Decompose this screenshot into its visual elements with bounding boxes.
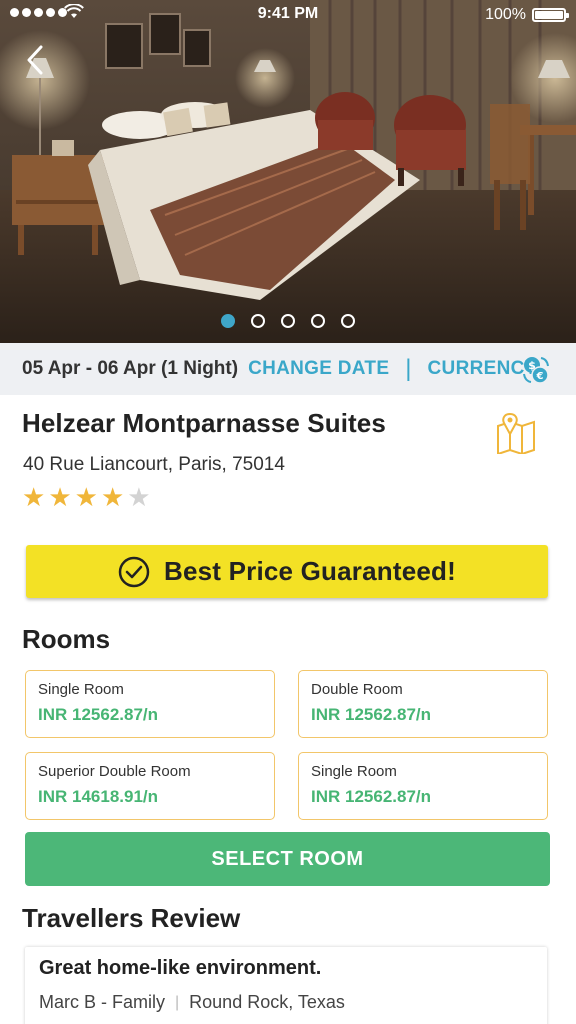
hotel-photo-carousel[interactable]: 9:41 PM 100% — [0, 0, 576, 343]
carousel-pagination — [0, 314, 576, 328]
map-location-icon[interactable] — [496, 412, 536, 454]
rooms-heading: Rooms — [22, 624, 111, 654]
stay-dates: 05 Apr - 06 Apr (1 Night) — [22, 358, 239, 379]
room-price: INR 14618.91/n — [38, 787, 159, 806]
divider: | — [405, 355, 412, 382]
select-room-button[interactable]: SELECT ROOM — [25, 832, 550, 886]
carousel-dot[interactable] — [251, 314, 265, 328]
star-filled-icon: ★ — [100, 482, 125, 512]
svg-text:€: € — [536, 371, 544, 382]
change-date-link[interactable]: CHANGE DATE — [248, 358, 389, 380]
room-name: Single Room — [311, 763, 397, 780]
reviews-heading: Travellers Review — [22, 903, 241, 933]
divider: | — [175, 993, 180, 1011]
chevron-left-icon — [27, 45, 43, 75]
room-price: INR 12562.87/n — [311, 705, 432, 724]
room-option-card[interactable]: Single Room INR 12562.87/n — [298, 752, 548, 820]
check-circle-icon — [118, 556, 150, 587]
review-location: Round Rock, Texas — [189, 992, 345, 1012]
room-option-card[interactable]: Double Room INR 12562.87/n — [298, 670, 548, 738]
star-filled-icon: ★ — [74, 482, 98, 512]
room-price: INR 12562.87/n — [311, 787, 432, 806]
booking-date-bar: 05 Apr - 06 Apr (1 Night) CHANGE DATE | … — [0, 343, 576, 395]
back-button[interactable] — [18, 40, 52, 80]
room-name: Superior Double Room — [38, 763, 191, 780]
star-filled-icon: ★ — [22, 482, 46, 512]
best-price-label: Best Price Guaranteed! — [164, 556, 456, 586]
battery-percentage: 100% — [485, 6, 526, 23]
carousel-dot[interactable] — [281, 314, 295, 328]
status-bar: 9:41 PM 100% — [0, 0, 576, 30]
review-author: Marc B - Family — [39, 992, 165, 1012]
review-meta: Marc B - Family | Round Rock, Texas — [39, 992, 533, 1013]
star-rating: ★ ★ ★ ★ ★ — [22, 484, 151, 510]
hotel-room-photo — [0, 0, 576, 343]
hotel-address: 40 Rue Liancourt, Paris, 75014 — [23, 454, 285, 475]
room-name: Single Room — [38, 681, 124, 698]
carousel-dot[interactable] — [311, 314, 325, 328]
battery-icon — [532, 8, 569, 22]
room-name: Double Room — [311, 681, 403, 698]
carousel-dot[interactable] — [221, 314, 235, 328]
room-price: INR 12562.87/n — [38, 705, 159, 724]
carousel-dot[interactable] — [341, 314, 355, 328]
review-card[interactable]: Great home-like environment. Marc B - Fa… — [25, 947, 547, 1024]
review-title: Great home-like environment. — [39, 957, 322, 979]
hotel-name: Helzear Montparnasse Suites — [22, 408, 386, 438]
star-empty-icon: ★ — [127, 482, 151, 512]
star-filled-icon: ★ — [48, 482, 72, 512]
room-option-card[interactable]: Superior Double Room INR 14618.91/n — [25, 752, 275, 820]
best-price-banner[interactable]: Best Price Guaranteed! — [26, 545, 548, 598]
currency-exchange-icon[interactable]: $ € — [522, 355, 550, 385]
room-option-card[interactable]: Single Room INR 12562.87/n — [25, 670, 275, 738]
